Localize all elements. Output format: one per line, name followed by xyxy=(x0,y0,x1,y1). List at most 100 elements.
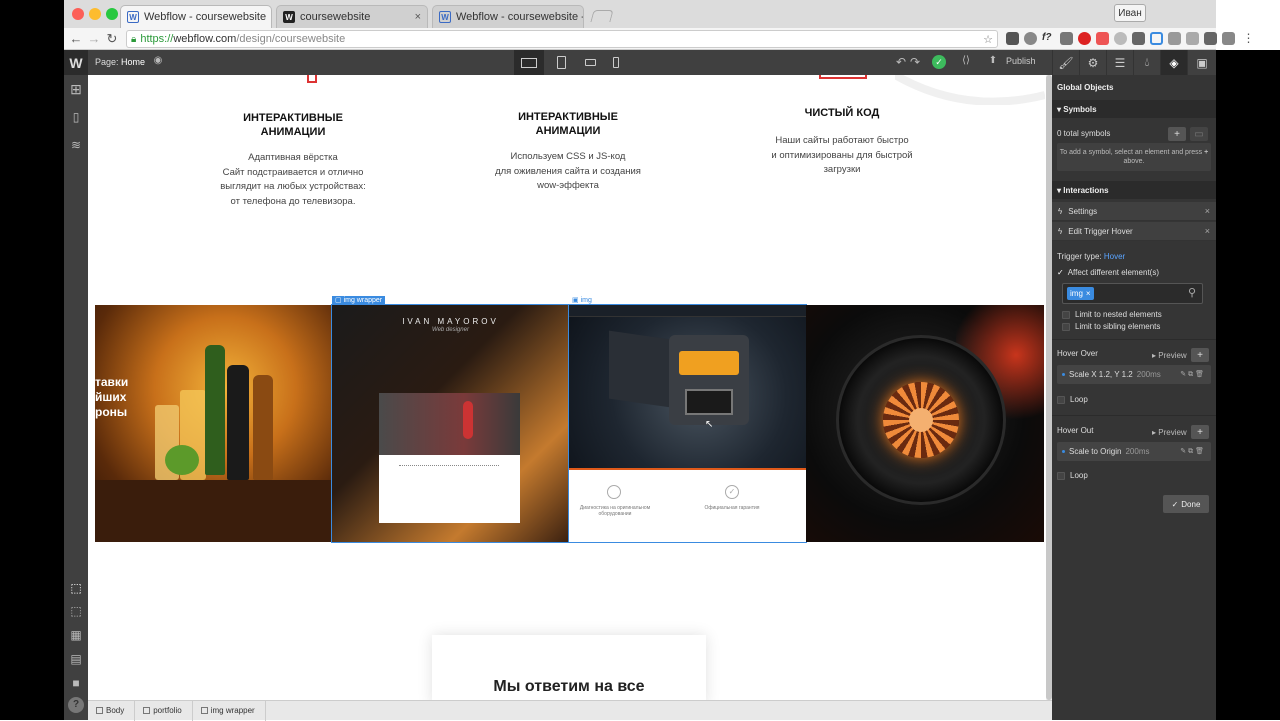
extension-icon[interactable] xyxy=(1222,32,1235,45)
grid-icon[interactable]: ▦ xyxy=(68,627,84,643)
style-manager-tab[interactable]: 💧︎ xyxy=(1133,50,1160,75)
extension-crop-icon[interactable] xyxy=(1150,32,1163,45)
symbols-section-header[interactable]: ▾ Symbols xyxy=(1052,100,1216,118)
breadcrumb-item-body[interactable]: Body xyxy=(88,700,136,721)
panel-title: Global Objects xyxy=(1057,83,1114,92)
close-tab-icon[interactable]: × xyxy=(271,11,272,23)
help-icon[interactable]: ? xyxy=(68,697,84,713)
portfolio-image-turbine[interactable] xyxy=(806,305,1044,542)
effect-actions-icons[interactable]: ✎⧉🗑︎ xyxy=(1180,447,1206,456)
edit-trigger-row[interactable]: ϟ Edit Trigger Hover × xyxy=(1052,222,1216,241)
limit-sibling-label: Limit to sibling elements xyxy=(1075,322,1161,331)
eye-preview-icon[interactable]: ◉ xyxy=(149,55,167,66)
breadcrumb-item-portfolio[interactable]: portfolio xyxy=(135,700,193,721)
interactions-section-header[interactable]: ▾ Interactions xyxy=(1052,181,1216,199)
selector-tag[interactable]: img × xyxy=(1067,287,1094,300)
portfolio-image-beer[interactable]: тавки йших роны xyxy=(95,305,332,542)
assets-tab[interactable]: ▣ xyxy=(1187,50,1216,75)
add-hover-out-effect-button[interactable]: + xyxy=(1191,425,1209,439)
browser-tab[interactable]: W coursewebsite × xyxy=(276,5,428,28)
extension-pocket-icon[interactable] xyxy=(1006,32,1019,45)
hover-out-effect[interactable]: Scale to Origin 200ms ✎⧉🗑︎ xyxy=(1057,442,1211,461)
add-symbol-button[interactable]: + xyxy=(1168,127,1186,141)
decorative-arc xyxy=(895,75,1045,105)
extension-icon[interactable] xyxy=(1096,32,1109,45)
forward-arrow-icon[interactable]: → xyxy=(86,31,102,46)
limit-nested-checkbox[interactable]: Limit to nested elements xyxy=(1062,310,1162,319)
remove-tag-icon[interactable]: × xyxy=(1086,289,1091,298)
close-window-button[interactable] xyxy=(72,8,84,20)
mobile-portrait-view-button[interactable] xyxy=(601,50,631,75)
extension-icon[interactable] xyxy=(1132,32,1145,45)
truck-caption: Диагностика на оригинальном оборудовании xyxy=(579,505,651,517)
url-input[interactable]: 🔒︎ https://webflow.com/design/coursewebs… xyxy=(126,30,998,48)
select-tool-icon[interactable]: ⬚ xyxy=(68,580,84,596)
loop-checkbox[interactable]: Loop xyxy=(1057,395,1088,404)
profile-button[interactable]: Иван xyxy=(1114,4,1146,22)
cms-database-icon[interactable]: ≋ xyxy=(68,137,84,153)
add-element-icon[interactable]: ⊞ xyxy=(68,81,84,97)
marquee-icon[interactable]: ⬚ xyxy=(68,603,84,619)
settings-tab[interactable]: ⚙ xyxy=(1079,50,1106,75)
pages-icon[interactable]: ▯ xyxy=(68,109,84,125)
preview-hover-over-button[interactable]: ▸ Preview xyxy=(1152,351,1187,360)
page-selector[interactable]: Page: Home xyxy=(95,57,145,67)
portfolio-image-truck[interactable]: ▣ img ✓ Диагностика на оригинальном обор… xyxy=(568,297,807,543)
checkbox-box xyxy=(1062,322,1070,331)
extension-icon[interactable] xyxy=(1114,32,1127,45)
breadcrumb-item-img-wrapper[interactable]: img wrapper xyxy=(193,700,266,721)
feature-line: Наши сайты работают быстро xyxy=(775,135,909,146)
extension-icon[interactable] xyxy=(1168,32,1181,45)
portfolio-image-designer[interactable]: ▢ img wrapper IVAN MAYOROV Web designer xyxy=(331,296,570,543)
edit-trigger-label: Edit Trigger Hover xyxy=(1068,226,1133,236)
hover-over-effect[interactable]: Scale X 1.2, Y 1.2 200ms ✎⧉🗑︎ xyxy=(1057,365,1211,384)
trigger-type-value[interactable]: Hover xyxy=(1104,252,1125,261)
design-canvas[interactable]: ИНТЕРАКТИВНЫЕ АНИМАЦИИ Адаптивная вёрстка… xyxy=(88,75,1052,700)
extension-icon[interactable] xyxy=(1204,32,1217,45)
close-edit-trigger-icon[interactable]: × xyxy=(1205,226,1210,236)
bookmark-star-icon[interactable]: ☆ xyxy=(983,33,993,46)
add-hover-over-effect-button[interactable]: + xyxy=(1191,348,1209,362)
settings-row[interactable]: ϟ Settings × xyxy=(1052,202,1216,221)
reload-icon[interactable]: ↻ xyxy=(104,31,120,47)
extension-icon[interactable] xyxy=(1060,32,1073,45)
close-settings-icon[interactable]: × xyxy=(1205,206,1210,216)
chrome-menu-icon[interactable]: ⋮ xyxy=(1242,32,1255,45)
done-button[interactable]: ✓ Done xyxy=(1163,495,1209,513)
interactions-tab[interactable]: ◈ xyxy=(1160,50,1187,75)
effect-actions-icons[interactable]: ✎⧉🗑︎ xyxy=(1180,370,1206,379)
video-tutorial-icon[interactable]: ■ xyxy=(68,675,84,691)
tablet-view-button[interactable] xyxy=(546,50,576,75)
style-brush-tab[interactable]: 🖌︎ xyxy=(1052,50,1079,75)
function-extension-icon[interactable]: f? xyxy=(1042,32,1055,45)
search-icon[interactable]: ⚲ xyxy=(1188,286,1196,299)
new-tab-button[interactable] xyxy=(590,10,614,22)
check-status-icon[interactable]: ✓ xyxy=(932,55,946,69)
redo-icon[interactable]: ↷ xyxy=(906,55,924,69)
feature-title: ИНТЕРАКТИВНЫЕ АНИМАЦИИ xyxy=(196,111,390,139)
extension-record-icon[interactable] xyxy=(1078,32,1091,45)
code-icon[interactable]: ⟨⟩ xyxy=(957,55,975,66)
desktop-view-button[interactable] xyxy=(514,50,544,75)
symbol-options-button[interactable]: ▭ xyxy=(1190,127,1208,141)
extension-camera-icon[interactable] xyxy=(1186,32,1199,45)
limit-sibling-checkbox[interactable]: Limit to sibling elements xyxy=(1062,322,1160,331)
close-tab-icon[interactable]: × xyxy=(415,11,421,23)
element-selector-input[interactable]: img × ⚲ xyxy=(1062,283,1203,304)
preview-hover-out-button[interactable]: ▸ Preview xyxy=(1152,428,1187,437)
browser-tab[interactable]: W Webflow - coursewebsite - Mo × xyxy=(432,5,584,28)
total-symbols-text: 0 total symbols xyxy=(1057,129,1111,138)
extension-icon[interactable] xyxy=(1024,32,1037,45)
loop-checkbox[interactable]: Loop xyxy=(1057,471,1088,480)
navigator-tab[interactable]: ☰ xyxy=(1106,50,1133,75)
back-arrow-icon[interactable]: ← xyxy=(68,31,84,46)
export-icon[interactable]: ▤ xyxy=(68,651,84,667)
maximize-window-button[interactable] xyxy=(106,8,118,20)
feature-title-line: АНИМАЦИИ xyxy=(260,126,326,138)
feature-line: Адаптивная вёрстка xyxy=(248,152,338,163)
browser-tab[interactable]: W Webflow - coursewebsite × xyxy=(120,5,272,28)
minimize-window-button[interactable] xyxy=(89,8,101,20)
publish-button[interactable]: Publish xyxy=(1006,56,1036,66)
webflow-logo-icon[interactable]: W xyxy=(64,50,88,75)
affect-different-checkbox[interactable]: ✓ Affect different element(s) xyxy=(1057,268,1159,277)
